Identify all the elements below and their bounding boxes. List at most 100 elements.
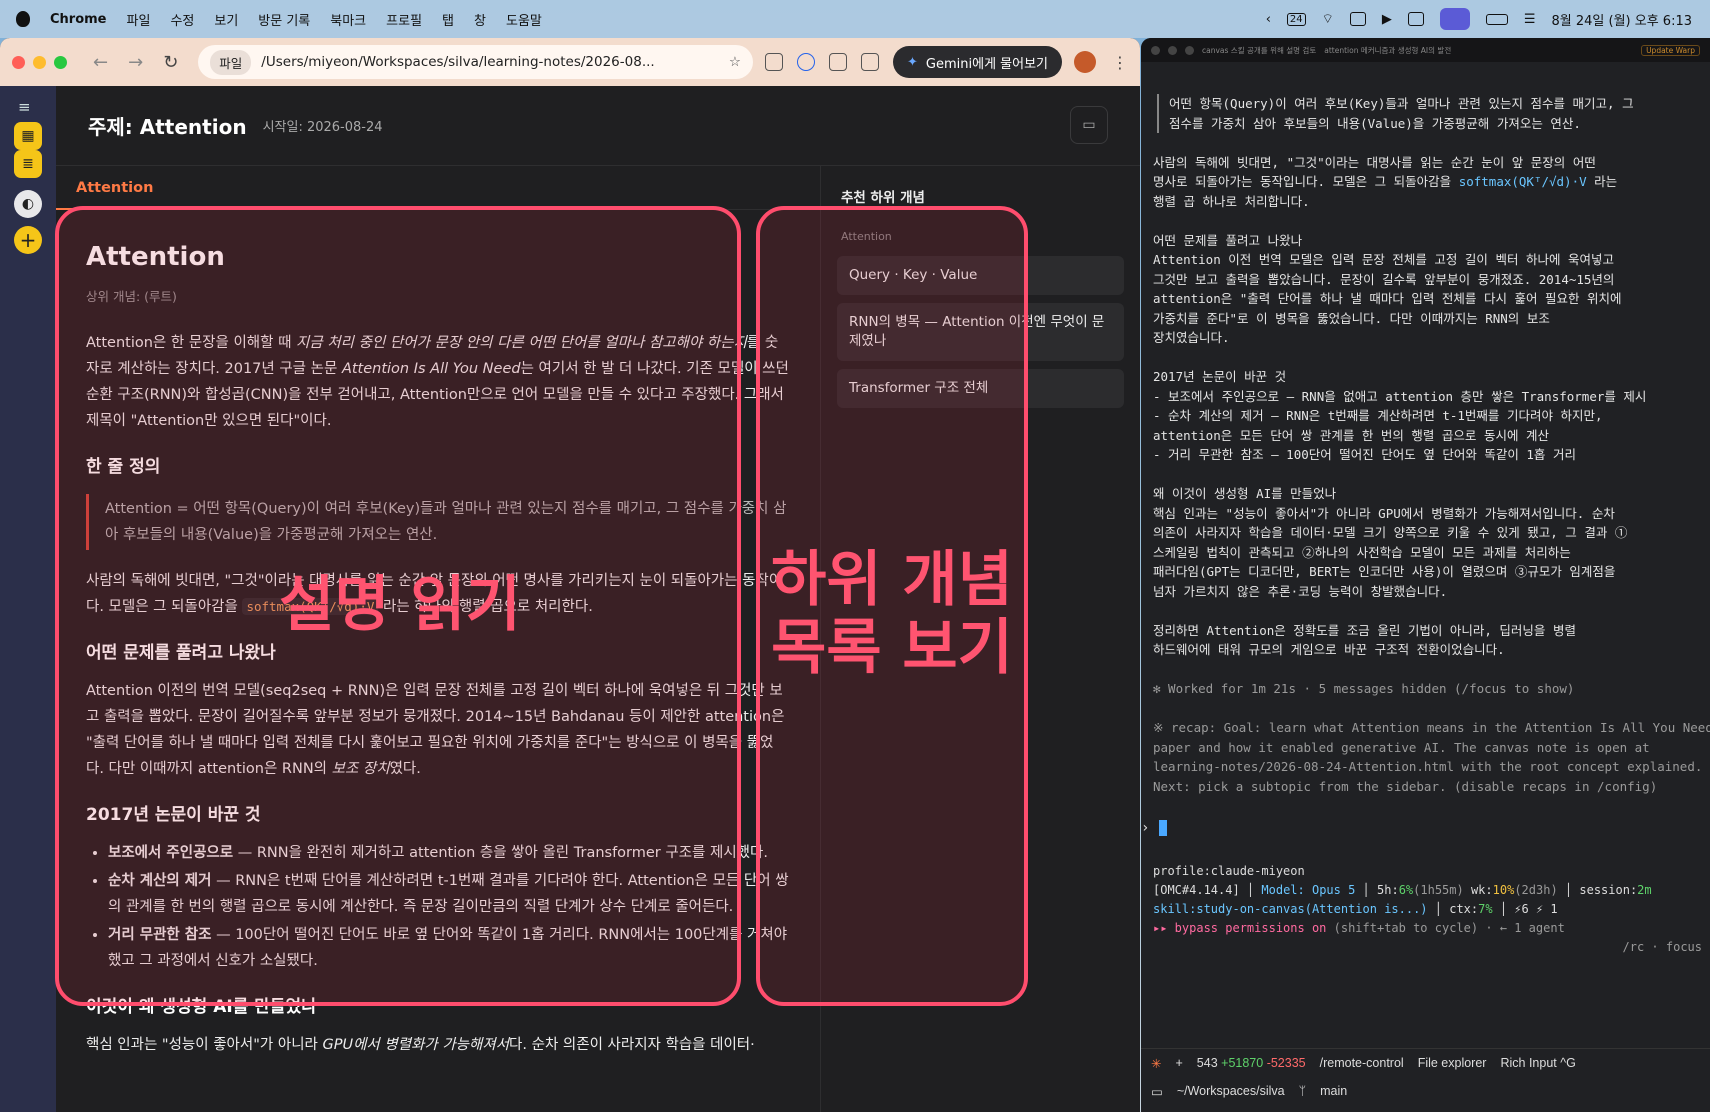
camera-icon[interactable] xyxy=(829,53,847,71)
bookmark-star-icon[interactable]: ☆ xyxy=(729,54,741,70)
terminal-line: Attention 이전 번역 모델은 입력 문장 전체를 고정 길이 벡터 하… xyxy=(1153,250,1702,270)
problem-emphasis: 보조 장치 xyxy=(331,761,390,777)
gemini-sparkle-icon: ✦ xyxy=(907,54,918,70)
url-text[interactable]: /Users/miyeon/Workspaces/silva/learning-… xyxy=(261,54,654,70)
map-view-button[interactable]: ▭ xyxy=(1070,106,1108,144)
address-bar[interactable]: 파일 /Users/miyeon/Workspaces/silva/learni… xyxy=(198,45,753,79)
line-text: - 거리 무관한 참조 — 100단어 떨어진 단어도 옆 단어와 똑같이 1홉… xyxy=(1153,447,1576,462)
working-directory[interactable]: ~/Workspaces/silva xyxy=(1177,1084,1285,1098)
terminal-line: 의존이 사라지자 학습을 데이터·모델 크기 양쪽으로 키울 수 있게 됐고, … xyxy=(1153,523,1702,543)
menu-view[interactable]: 보기 xyxy=(214,10,238,29)
page-content: ≡ ▦ ≣ ◐ + 주제: Attention 시작일: 2026-08-24 … xyxy=(0,86,1140,1112)
tab-attention[interactable]: Attention xyxy=(56,166,174,210)
terminal-line: attention은 모든 단어 쌍 관계를 한 번의 행렬 곱으로 동시에 계… xyxy=(1153,426,1702,446)
deletions-count: -52335 xyxy=(1266,1056,1306,1070)
chevron-left-icon[interactable]: ‹ xyxy=(1266,12,1271,27)
battery-icon[interactable] xyxy=(1485,13,1508,25)
omc-version: [OMC#4.14.4] xyxy=(1153,883,1240,897)
update-button[interactable]: Update Warp xyxy=(1641,44,1700,56)
problem-text-b: 였다. xyxy=(389,761,421,777)
clock[interactable]: 8월 24일 (월) 오후 6:13 xyxy=(1552,10,1692,29)
terminal-line: 2017년 논문이 바꾼 것 xyxy=(1153,367,1702,387)
terminal-line: 넘자 가르치지 않은 추론·코딩 능력이 창발했습니다. xyxy=(1153,582,1702,602)
line-text: 정리하면 Attention은 정확도를 조금 올린 기법이 아니라, 딥러닝을… xyxy=(1153,622,1576,638)
password-manager-icon[interactable] xyxy=(797,53,815,71)
menu-collapse-icon[interactable]: ≡ xyxy=(18,98,31,116)
menu-history[interactable]: 방문 기록 xyxy=(258,10,310,29)
line-text: 어떤 문제를 풀려고 나왔나 xyxy=(1153,232,1303,248)
article-content: Attention 상위 개념: (루트) Attention은 한 문장을 이… xyxy=(56,210,820,1112)
gemini-button[interactable]: ✦ Gemini에게 물어보기 xyxy=(893,46,1062,78)
back-arrow-icon[interactable]: ← xyxy=(93,52,108,73)
puzzle-extensions-icon[interactable] xyxy=(861,53,879,71)
menu-bookmarks[interactable]: 북마크 xyxy=(330,10,366,29)
reload-icon[interactable]: ↻ xyxy=(163,52,178,73)
zoom-window-button[interactable] xyxy=(1185,45,1194,55)
subconcept-rnn-bottleneck[interactable]: RNN의 병목 — Attention 이전엔 무엇이 문제였나 xyxy=(837,303,1124,361)
forward-arrow-icon[interactable]: → xyxy=(128,52,143,73)
bypass-hint: (shift+tab to cycle) · ← 1 agent xyxy=(1326,921,1565,935)
terminal-line: 행렬 곱 하나로 처리합니다. xyxy=(1153,192,1702,212)
git-changes[interactable]: 543 +51870 -52335 xyxy=(1197,1056,1306,1070)
minimize-window-button[interactable] xyxy=(1168,45,1177,55)
menu-app-name[interactable]: Chrome xyxy=(50,12,107,27)
terminal-tab[interactable]: attention 메커니즘과 생성형 AI의 발전 xyxy=(1324,45,1451,56)
remote-control-button[interactable]: /remote-control xyxy=(1320,1056,1404,1070)
line-text: 하드웨어에 태워 규모의 게임으로 바꾼 구조적 전환이었습니다. xyxy=(1153,642,1505,657)
close-window-button[interactable] xyxy=(1151,45,1160,55)
point-title: 보조에서 주인공으로 xyxy=(108,845,234,861)
url-scheme-chip[interactable]: 파일 xyxy=(210,49,252,75)
formula-text: softmax(QKᵀ/√d)·V xyxy=(1458,174,1587,189)
subconcept-query-key-value[interactable]: Query · Key · Value xyxy=(837,256,1124,295)
line-text: - 순차 계산의 제거 — RNN은 t번째를 계산하려면 t-1번째를 기다려… xyxy=(1153,408,1603,423)
terminal-line: 핵심 인과는 "성능이 좋아서"가 아니라 GPU에서 병렬화가 가능해져서입니… xyxy=(1153,504,1702,524)
line-text: 넘자 가르치지 않은 추론·코딩 능력이 창발했습니다. xyxy=(1153,583,1448,599)
search-list-icon[interactable]: ≣ xyxy=(14,150,42,178)
gemini-label: Gemini에게 물어보기 xyxy=(925,56,1048,72)
calendar-badge-icon[interactable]: 24 xyxy=(1286,12,1306,26)
apple-icon[interactable] xyxy=(16,11,30,27)
minimize-window-button[interactable] xyxy=(33,55,46,69)
point-title: 거리 무관한 참조 xyxy=(108,927,212,943)
prompt-line[interactable]: › xyxy=(1141,820,1168,836)
concept-tabs: Attention xyxy=(56,166,820,210)
menu-edit[interactable]: 수정 xyxy=(170,10,194,29)
menu-file[interactable]: 파일 xyxy=(127,10,151,29)
more-menu-icon[interactable]: ⋮ xyxy=(1112,53,1128,72)
rc-hint: /rc · focus xyxy=(1622,940,1702,954)
chrome-window: ← → ↻ 파일 /Users/miyeon/Workspaces/silva/… xyxy=(0,38,1140,1112)
file-explorer-button[interactable]: File explorer xyxy=(1418,1056,1487,1070)
add-icon[interactable]: + xyxy=(14,226,42,254)
new-pane-button[interactable]: + xyxy=(1175,1056,1182,1070)
extension-icon[interactable] xyxy=(765,53,783,71)
terminal-tab[interactable]: canvas 스킬 공개를 위해 설명 검토 xyxy=(1202,45,1316,56)
globe-icon[interactable]: ◐ xyxy=(14,190,42,218)
list-item: 순차 계산의 제거 — RNN은 t번째 단어를 계산하려면 t-1번째 결과를… xyxy=(108,868,790,920)
focus-mode-icon[interactable] xyxy=(1439,8,1470,30)
point-text: — RNN을 완전히 제거하고 attention 층을 쌓아 올린 Trans… xyxy=(233,845,768,861)
rich-input-button[interactable]: Rich Input ^G xyxy=(1500,1056,1575,1070)
grid-icon[interactable]: ▦ xyxy=(14,122,42,150)
line-text: 그것만 보고 출력을 뽑았습니다. 문장이 길수록 앞부분이 뭉개졌죠. 201… xyxy=(1153,271,1615,287)
menu-profiles[interactable]: 프로필 xyxy=(386,10,422,29)
paper-title: Attention Is All You Need xyxy=(341,361,521,377)
heading-why: 이것이 왜 생성형 AI를 만들었나 xyxy=(86,997,317,1017)
wifi-icon[interactable]: ⌔ xyxy=(1322,11,1334,27)
claude-icon: ✳ xyxy=(1151,1056,1162,1071)
control-center-icon[interactable]: ☰ xyxy=(1524,12,1536,27)
menu-window[interactable]: 창 xyxy=(474,10,486,29)
profile-avatar[interactable] xyxy=(1074,51,1096,73)
close-window-button[interactable] xyxy=(12,55,25,69)
menu-help[interactable]: 도움말 xyxy=(506,10,542,29)
line-text: 장치였습니다. xyxy=(1153,330,1230,345)
zoom-window-button[interactable] xyxy=(54,55,67,69)
subconcept-transformer[interactable]: Transformer 구조 전체 xyxy=(837,369,1124,408)
sidebar-toggle-icon[interactable] xyxy=(1349,12,1366,26)
menu-tab[interactable]: 탭 xyxy=(442,10,454,29)
display-icon[interactable] xyxy=(1407,12,1424,26)
line-text: 행렬 곱 하나로 처리합니다. xyxy=(1153,193,1310,209)
git-branch[interactable]: main xyxy=(1320,1084,1347,1098)
play-icon[interactable]: ▶ xyxy=(1382,12,1392,27)
